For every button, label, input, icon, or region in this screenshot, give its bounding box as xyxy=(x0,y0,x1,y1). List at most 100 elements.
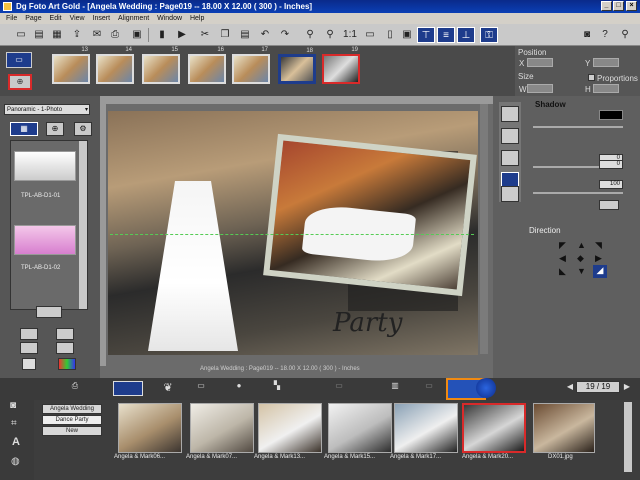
album-new[interactable]: New xyxy=(42,426,102,436)
next-page-icon[interactable]: ▶ xyxy=(622,382,632,392)
fit-all-icon[interactable]: ▣ xyxy=(400,28,414,42)
menu-insert[interactable]: Insert xyxy=(93,15,111,22)
arrow-sw-icon[interactable]: ◣ xyxy=(559,266,566,277)
shadow-value-3[interactable]: 100 xyxy=(599,180,623,189)
print-icon[interactable]: ⎙ xyxy=(108,28,122,42)
arrow-e-icon[interactable]: ▶ xyxy=(595,253,602,264)
photo-thumb-6[interactable] xyxy=(462,403,526,453)
photo-thumb-1[interactable] xyxy=(118,403,182,453)
color-palette-icon[interactable] xyxy=(58,358,76,370)
page-view-icon[interactable]: ▭ xyxy=(6,52,32,68)
grid-view-icon[interactable]: ▦ xyxy=(10,122,38,136)
effect-tab-5[interactable] xyxy=(501,186,519,202)
minimize-button[interactable]: _ xyxy=(601,1,612,11)
import-icon[interactable]: ⎙ xyxy=(68,381,82,393)
page-thumb-14[interactable]: 14 xyxy=(96,47,134,84)
page-thumb-13[interactable]: 13 xyxy=(52,47,90,84)
text-tool-icon[interactable]: A xyxy=(12,436,20,448)
effect-tab-3[interactable] xyxy=(501,150,519,166)
save-icon[interactable]: ▦ xyxy=(50,28,64,42)
open-icon[interactable]: ▤ xyxy=(32,28,46,42)
zoom-out-icon[interactable]: ⚲ xyxy=(323,28,337,42)
page-thumb-16[interactable]: 16 xyxy=(188,47,226,84)
align-bottom-icon[interactable]: ⊥ xyxy=(457,27,475,43)
lock-icon[interactable]: ⚿ xyxy=(480,27,498,43)
template-dropdown[interactable]: Panoramic - 1-Photo ▾ xyxy=(4,104,90,115)
center-dot-icon[interactable]: ◆ xyxy=(577,253,584,264)
add-page-icon[interactable]: ⊕ xyxy=(8,74,32,90)
shape-tool-icon[interactable]: ◍ xyxy=(11,456,20,467)
maximize-button[interactable]: □ xyxy=(613,1,624,11)
template-thumb-2[interactable] xyxy=(14,225,76,255)
photo-thumb-7[interactable] xyxy=(533,403,595,453)
page-thumb-17[interactable]: 17 xyxy=(232,47,270,84)
photo-thumb-2[interactable] xyxy=(190,403,254,453)
page-thumb-19[interactable]: 19 xyxy=(322,47,360,84)
close-button[interactable]: × xyxy=(626,1,637,11)
page-thumb-15[interactable]: 15 xyxy=(142,47,180,84)
menu-file[interactable]: File xyxy=(6,15,17,22)
canvas-vertical-scrollbar[interactable] xyxy=(480,104,488,354)
speech-bubble-icon[interactable]: ● xyxy=(230,381,248,396)
actual-size-icon[interactable]: 1:1 xyxy=(343,28,357,42)
fit-width-icon[interactable]: ▯ xyxy=(383,28,397,42)
align-top-icon[interactable]: ⊤ xyxy=(417,27,435,43)
page-thumb-18[interactable]: 18 xyxy=(278,48,316,84)
template-thumb-1[interactable] xyxy=(14,151,76,181)
fit-page-icon[interactable]: ▭ xyxy=(363,28,377,42)
undo-icon[interactable]: ↶ xyxy=(258,28,272,42)
play-icon[interactable]: ▶ xyxy=(175,28,189,42)
photo-scrollbar[interactable] xyxy=(624,402,632,472)
slideshow-icon[interactable]: ▮ xyxy=(155,28,169,42)
arrow-w-icon[interactable]: ◀ xyxy=(559,253,566,264)
w-field[interactable] xyxy=(527,84,553,93)
template-options-icon[interactable]: ⚙ xyxy=(74,122,92,136)
crop-tool-icon[interactable]: ⌗ xyxy=(11,418,17,429)
arrow-nw-icon[interactable]: ◤ xyxy=(559,240,566,251)
paste-icon[interactable]: ▤ xyxy=(238,28,252,42)
h-field[interactable] xyxy=(593,84,619,93)
cut-icon[interactable]: ✂ xyxy=(198,28,212,42)
effect-tab-2[interactable] xyxy=(501,128,519,144)
new-icon[interactable]: ▭ xyxy=(14,28,28,42)
inset-photo[interactable] xyxy=(263,133,477,297)
email-icon[interactable]: ✉ xyxy=(90,28,104,42)
mask-icon[interactable]: ▚ xyxy=(268,381,286,396)
align-center-icon[interactable]: ≡ xyxy=(437,27,455,43)
menu-alignment[interactable]: Alignment xyxy=(118,15,149,22)
shadow-color-swatch[interactable] xyxy=(599,110,623,120)
frame-icon[interactable]: ▭ xyxy=(192,381,210,396)
layout-c-icon[interactable] xyxy=(20,342,38,354)
effect-tab-1[interactable] xyxy=(501,106,519,122)
color-bars-icon[interactable]: ▥ xyxy=(386,381,404,396)
export-icon[interactable]: ⇪ xyxy=(70,28,84,42)
help-icon[interactable]: ? xyxy=(598,28,612,42)
menu-page[interactable]: Page xyxy=(25,15,41,22)
shadow-slider-1[interactable] xyxy=(533,126,623,128)
zoom-icon[interactable]: ⚲ xyxy=(303,28,317,42)
album-angela-wedding[interactable]: Angela Wedding xyxy=(42,404,102,414)
pin-icon[interactable]: ⚲ xyxy=(618,28,632,42)
layout-b-icon[interactable] xyxy=(56,328,74,340)
redo-icon[interactable]: ↷ xyxy=(278,28,292,42)
menu-view[interactable]: View xyxy=(70,15,85,22)
prev-page-icon[interactable]: ◀ xyxy=(566,382,574,392)
party-caption[interactable]: Party xyxy=(333,308,402,338)
add-template-icon[interactable]: ⊕ xyxy=(46,122,64,136)
photo-tool-icon[interactable]: ◙ xyxy=(10,400,16,411)
template-scrollbar[interactable] xyxy=(79,141,87,309)
menu-edit[interactable]: Edit xyxy=(50,15,62,22)
arrow-ne-icon[interactable]: ◥ xyxy=(595,240,602,251)
menu-window[interactable]: Window xyxy=(157,15,182,22)
album-dance-party[interactable]: Dance Party xyxy=(42,415,102,425)
arrow-s-icon[interactable]: ▼ xyxy=(577,266,586,276)
arrow-se-icon[interactable]: ◢ xyxy=(593,265,607,278)
shadow-slider-3[interactable] xyxy=(533,192,623,194)
arrow-n-icon[interactable]: ▲ xyxy=(577,240,586,250)
proportions-checkbox[interactable] xyxy=(588,74,595,81)
photo-thumb-3[interactable] xyxy=(258,403,322,453)
settings-icon[interactable]: ▣ xyxy=(130,28,144,42)
menu-help[interactable]: Help xyxy=(190,15,204,22)
y-field[interactable] xyxy=(593,58,619,67)
copy-icon[interactable]: ❐ xyxy=(218,28,232,42)
